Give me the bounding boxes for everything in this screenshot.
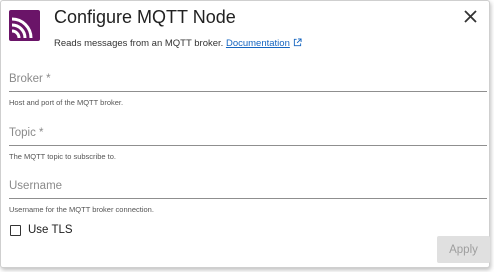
use-tls-label: Use TLS [28,224,73,236]
documentation-link[interactable]: Documentation [226,38,302,49]
topic-input[interactable] [9,140,487,146]
username-help-text: Username for the MQTT broker connection. [9,205,154,214]
broker-field: Broker * Host and port of the MQTT broke… [9,72,487,107]
use-tls-checkbox[interactable] [10,224,21,236]
use-tls-option[interactable]: Use TLS [10,224,73,236]
username-field: Username Username for the MQTT broker co… [9,179,487,214]
external-link-icon [293,38,302,47]
topic-field: Topic * The MQTT topic to subscribe to. [9,126,487,161]
username-label: Username [9,180,63,192]
rss-feed-icon [9,10,40,41]
broker-help-text: Host and port of the MQTT broker. [9,98,124,107]
broker-label: Broker * [9,73,51,85]
dialog-description: Reads messages from an MQTT broker. Docu… [54,38,302,49]
username-input[interactable] [9,193,487,199]
topic-label: Topic * [9,127,44,139]
broker-input[interactable] [9,86,487,92]
documentation-link-label: Documentation [225,38,290,49]
apply-button[interactable]: Apply [437,236,490,263]
topic-help-text: The MQTT topic to subscribe to. [9,152,116,161]
configure-node-dialog: Configure MQTT Node Reads messages from … [0,0,490,268]
description-text: Reads messages from an MQTT broker. [54,38,224,49]
close-icon[interactable] [461,7,481,27]
dialog-title: Configure MQTT Node [54,7,236,27]
